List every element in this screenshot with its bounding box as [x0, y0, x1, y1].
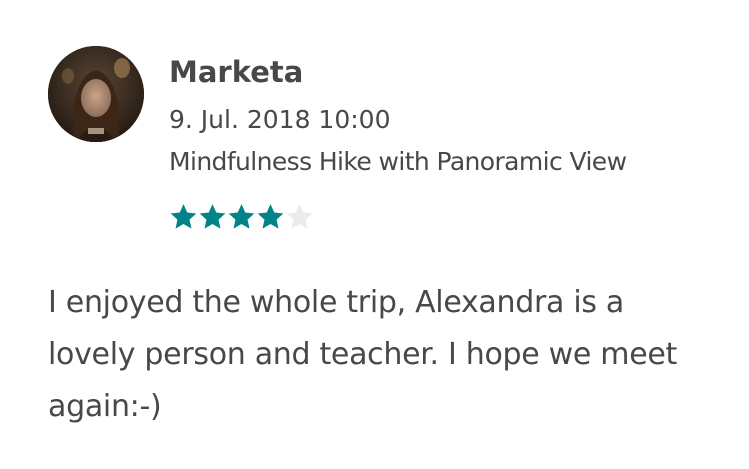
review-text: I enjoyed the whole trip, Alexandra is a… — [48, 285, 678, 424]
reviewer-name[interactable]: Marketa — [169, 54, 303, 90]
star-rating — [169, 202, 314, 232]
avatar[interactable] — [48, 46, 144, 142]
star-icon — [257, 204, 284, 229]
star-icon — [170, 204, 197, 229]
star-icon — [286, 204, 313, 229]
star-icon — [199, 204, 226, 229]
experience-title[interactable]: Mindfulness Hike with Panoramic View — [169, 145, 627, 179]
star-icon — [228, 204, 255, 229]
review-date: 9. Jul. 2018 10:00 — [169, 105, 391, 134]
avatar-photo-icon — [48, 46, 144, 142]
review-card: Marketa 9. Jul. 2018 10:00 Mindfulness H… — [0, 0, 749, 469]
